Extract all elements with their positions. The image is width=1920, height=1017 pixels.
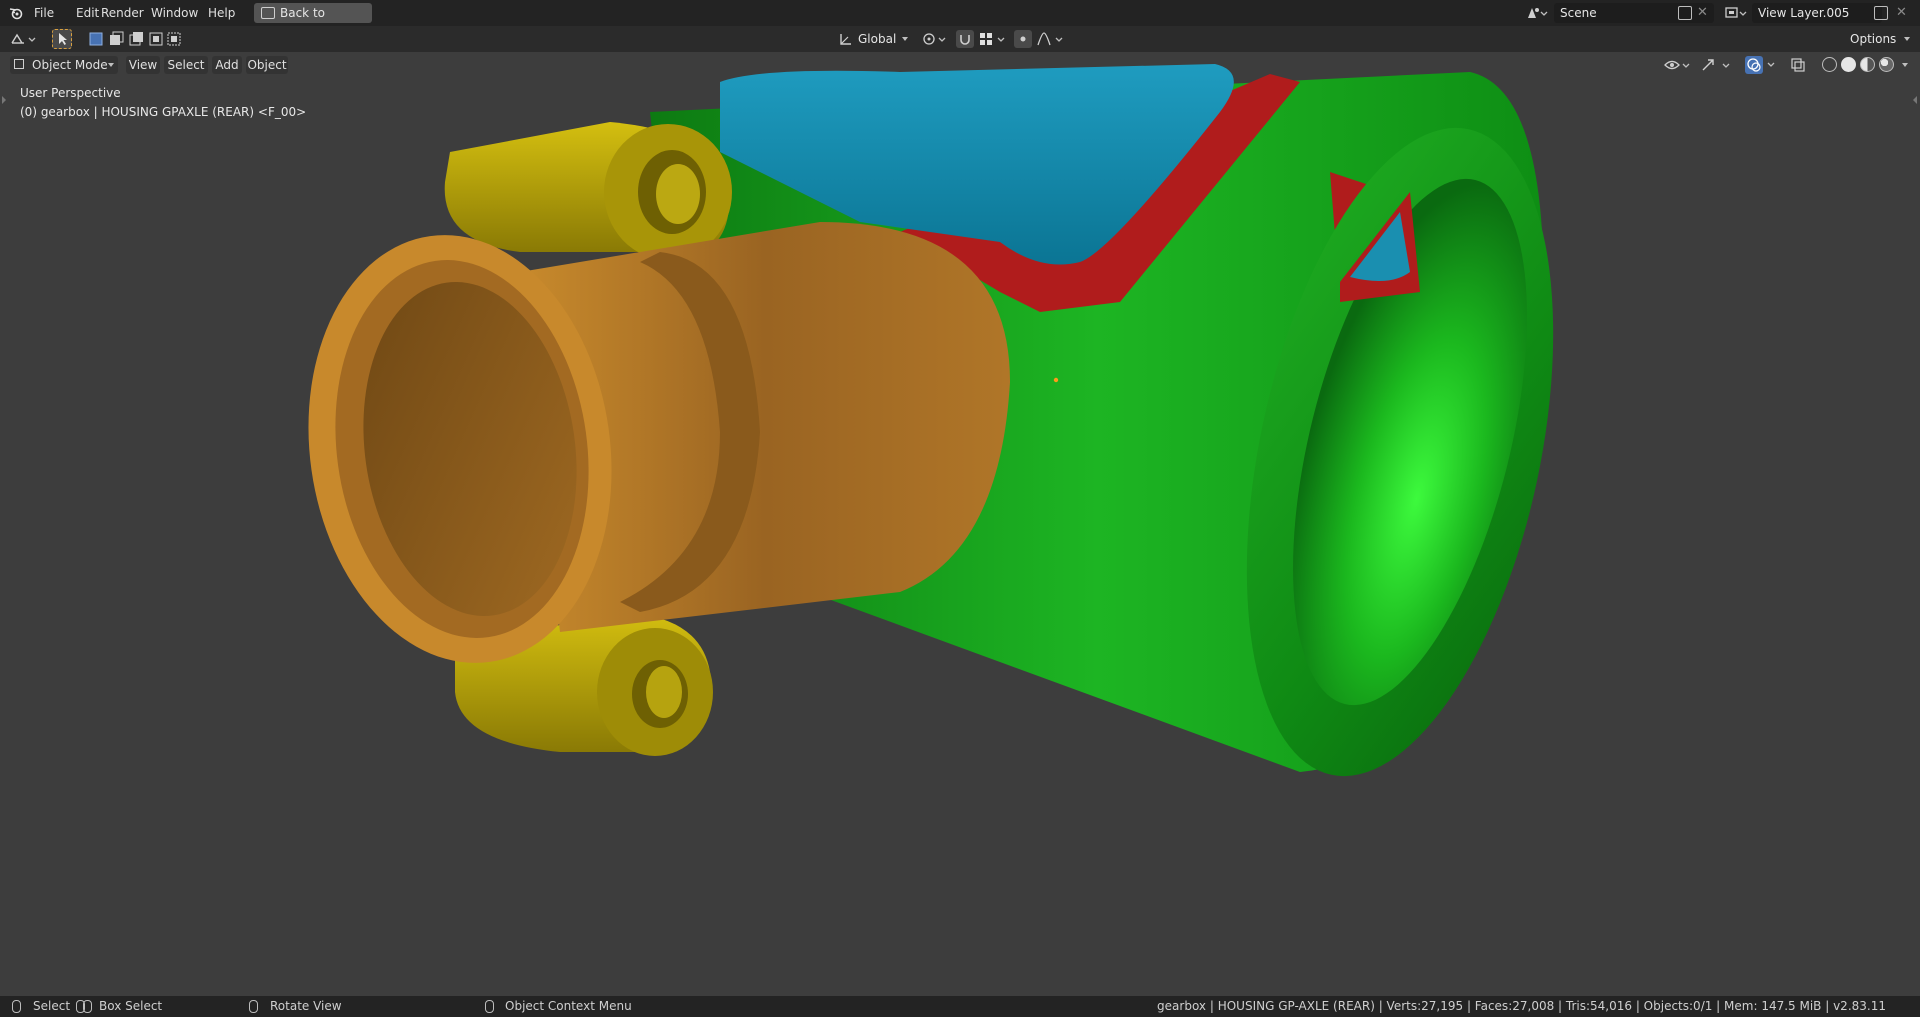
mouse-drag-icon-2 [83, 1000, 92, 1013]
menu-window[interactable]: Window [147, 4, 202, 22]
status-box-select-label: Box Select [99, 999, 163, 1013]
wireframe-shading-icon[interactable] [1822, 57, 1837, 72]
mouse-left-icon [12, 1000, 21, 1013]
proportional-edit-icon[interactable] [1014, 30, 1032, 48]
new-view-layer-icon[interactable] [1874, 6, 1888, 20]
select-mode-icons[interactable] [88, 31, 184, 47]
overlay-icon[interactable] [1745, 56, 1779, 74]
new-scene-icon[interactable] [1678, 6, 1692, 20]
3d-viewport[interactable]: Object Mode View Select Add Object User … [0, 52, 1920, 996]
status-bar: Select Box Select Rotate View Object Con… [0, 996, 1920, 1017]
object-origin [1053, 377, 1059, 383]
menu-file[interactable]: File [30, 4, 58, 22]
menu-help[interactable]: Help [204, 4, 239, 22]
visibility-icon[interactable] [1664, 57, 1692, 73]
rendered-shading-icon[interactable] [1879, 57, 1894, 72]
select-menu[interactable]: Select [164, 56, 208, 74]
remove-view-layer-icon[interactable]: ✕ [1896, 5, 1907, 20]
editor-type-icon[interactable] [10, 31, 40, 47]
add-menu[interactable]: Add [212, 56, 242, 74]
object-mode-icon [14, 59, 24, 69]
mouse-middle-icon [249, 1000, 258, 1013]
active-object-info: (0) gearbox | HOUSING GPAXLE (REAR) <F_0… [20, 105, 307, 119]
options-label: Options [1850, 32, 1897, 46]
scene-icon[interactable] [1526, 5, 1548, 21]
transform-orientation-icon[interactable] [838, 31, 854, 47]
fullscreen-icon [261, 7, 275, 19]
view-layer-field[interactable]: View Layer.005 [1752, 3, 1882, 23]
remove-scene-icon[interactable]: ✕ [1697, 5, 1708, 20]
xray-icon[interactable] [1790, 57, 1806, 73]
status-rotate-view-label: Rotate View [270, 999, 342, 1013]
select-tweak-icon[interactable] [52, 29, 72, 49]
view-layer-icon[interactable] [1724, 5, 1748, 21]
toolbar-toggle-icon[interactable] [2, 96, 6, 104]
pivot-icon[interactable] [922, 31, 950, 47]
scene-statistics: gearbox | HOUSING GP-AXLE (REAR) | Verts… [1157, 999, 1886, 1013]
status-context-menu-label: Object Context Menu [505, 999, 632, 1013]
sidebar-toggle-icon[interactable] [1913, 96, 1917, 104]
blender-logo-icon[interactable] [9, 6, 23, 20]
tool-header: Global Options [0, 26, 1920, 52]
mouse-right-icon [485, 1000, 494, 1013]
snap-icon[interactable] [956, 30, 974, 48]
snap-target-icon[interactable] [978, 31, 1008, 47]
gearbox-housing-model[interactable] [0, 52, 1920, 996]
object-mode-label: Object Mode [32, 58, 108, 72]
menu-render[interactable]: Render [97, 4, 148, 22]
transform-orientation-dropdown[interactable]: Global [858, 30, 914, 48]
shading-mode-group [1812, 52, 1912, 78]
view-perspective-label: User Perspective [20, 86, 121, 100]
chevron-down-icon [902, 37, 908, 41]
status-select-label: Select [33, 999, 71, 1013]
object-menu[interactable]: Object [246, 56, 288, 74]
gizmo-icon[interactable] [1700, 57, 1740, 73]
chevron-down-icon[interactable] [1902, 63, 1908, 67]
object-mode-dropdown[interactable]: Object Mode [10, 56, 118, 74]
falloff-icon[interactable] [1036, 31, 1066, 47]
options-dropdown[interactable]: Options [1850, 30, 1914, 48]
chevron-down-icon [1904, 37, 1910, 41]
transform-orientation-label: Global [858, 32, 897, 46]
view-menu[interactable]: View [126, 56, 160, 74]
top-bar: File Edit Render Window Help Back to Pre… [0, 0, 1920, 40]
material-shading-icon[interactable] [1860, 57, 1875, 72]
back-to-previous-button[interactable]: Back to Previous [254, 3, 372, 40]
solid-shading-icon[interactable] [1841, 57, 1856, 72]
viewport-header: Object Mode View Select Add Object [0, 52, 1920, 78]
chevron-down-icon [108, 63, 114, 67]
